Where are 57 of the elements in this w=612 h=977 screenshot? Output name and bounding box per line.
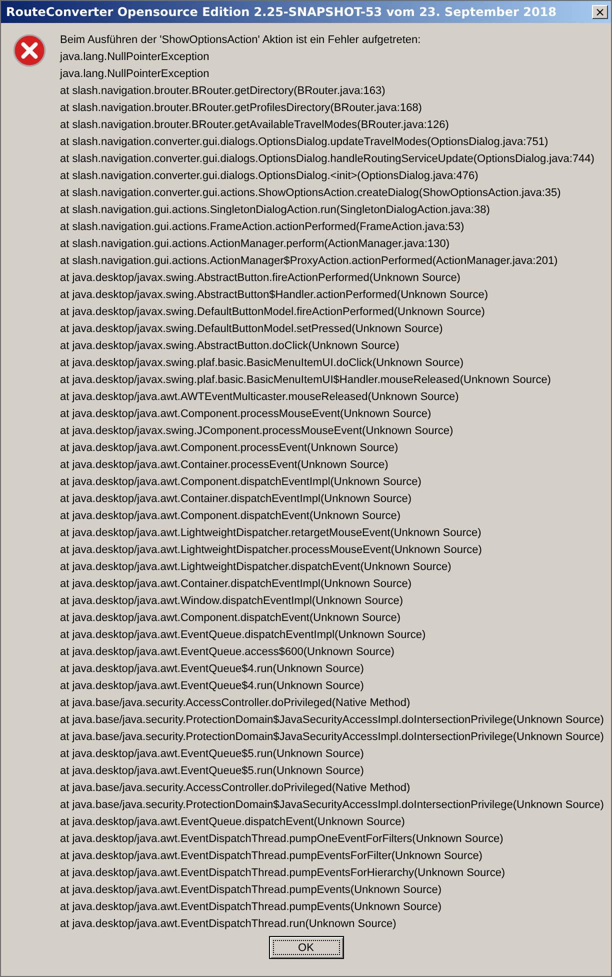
stack-trace-line: at java.desktop/java.awt.Container.processEvent(Unknown Source) [60,458,390,473]
stack-trace-line: at java.desktop/java.awt.LightweightDispatcher.retargetMouseEvent(Unknown Source) [60,526,482,541]
stack-trace-line: at java.desktop/java.awt.Window.dispatchEventImpl(Unknown Source) [60,594,404,609]
stack-trace-line: at slash.navigation.gui.actions.ActionManager.perform(ActionManager.java:130) [60,237,451,252]
stack-trace-line: at java.desktop/java.awt.Component.processMouseEvent(Unknown Source) [60,407,432,422]
stack-trace-line: at java.base/java.security.AccessController.doPrivileged(Native Method) [60,781,412,796]
stack-trace-line: at java.desktop/java.awt.EventQueue.dispatchEventImpl(Unknown Source) [60,628,427,643]
stack-trace-line: at java.desktop/java.awt.EventQueue.access$600(Unknown Source) [60,645,396,660]
stack-trace-line: at java.desktop/java.awt.LightweightDispatcher.dispatchEvent(Unknown Source) [60,560,452,575]
stack-trace-line: at java.desktop/java.awt.EventDispatchThread.pumpOneEventForFilters(Unknown Source) [60,832,504,847]
stack-trace-line: at java.desktop/java.awt.EventDispatchThread.pumpEventsForHierarchy(Unknown Source) [60,866,506,881]
stack-trace-line: at java.desktop/javax.swing.plaf.basic.BasicMenuItemUI.doClick(Unknown Source) [60,356,465,371]
stack-trace-line: at java.desktop/javax.swing.JComponent.processMouseEvent(Unknown Source) [60,424,454,439]
stack-trace-line: at java.desktop/java.awt.Container.dispatchEventImpl(Unknown Source) [60,577,413,592]
stack-trace-line: at slash.navigation.brouter.BRouter.getAvailableTravelModes(BRouter.java:126) [60,118,450,133]
stack-trace-line: at java.desktop/java.awt.EventDispatchThread.pumpEvents(Unknown Source) [60,883,443,898]
stack-trace-line: at java.desktop/java.awt.AWTEventMulticaster.mouseReleased(Unknown Source) [60,390,460,405]
stack-trace-line: at slash.navigation.gui.actions.FrameAction.actionPerformed(FrameAction.java:53) [60,220,466,235]
ok-button[interactable]: OK [268,936,344,959]
stack-trace-line: java.lang.NullPointerException [60,50,210,65]
stack-trace-line: at java.desktop/java.awt.EventQueue$5.run(Unknown Source) [60,764,365,779]
stack-trace-line: at slash.navigation.gui.actions.ActionManager$ProxyAction.actionPerformed(ActionManager.java:201) [60,254,559,269]
stack-trace-line: at java.desktop/java.awt.Container.dispatchEventImpl(Unknown Source) [60,492,413,507]
stack-trace-line: at slash.navigation.converter.gui.dialogs.OptionsDialog.updateTravelModes(OptionsDialog.java:751) [60,135,550,150]
stack-trace-line: at java.base/java.security.ProtectionDomain$JavaSecurityAccessImpl.doIntersectionPrivilege(Unknown Source) [60,798,604,813]
stack-trace-line: at java.desktop/java.awt.Component.processEvent(Unknown Source) [60,441,400,456]
stack-trace-line: at java.desktop/java.awt.EventDispatchThread.pumpEventsForFilter(Unknown Source) [60,849,484,864]
stack-trace-line: at slash.navigation.converter.gui.actions.ShowOptionsAction.createDialog(ShowOptionsAction.java:35) [60,186,562,201]
stack-trace-line: at java.desktop/javax.swing.AbstractButton$Handler.actionPerformed(Unknown Source) [60,288,490,303]
stack-trace-line: at java.desktop/java.awt.EventQueue.dispatchEvent(Unknown Source) [60,815,406,830]
stack-trace-line: at slash.navigation.converter.gui.dialogs.OptionsDialog.handleRoutingServiceUpdate(OptionsDialog.java:744) [60,152,596,167]
stack-trace-line: at java.desktop/java.awt.Component.dispatchEventImpl(Unknown Source) [60,475,422,490]
error-icon [13,34,46,67]
stack-trace-line: at slash.navigation.converter.gui.dialogs.OptionsDialog.<init>(OptionsDialog.java:476) [60,169,480,184]
stack-trace-line: at slash.navigation.brouter.BRouter.getProfilesDirectory(BRouter.java:168) [60,101,423,116]
stack-trace-line: at java.desktop/java.awt.EventQueue$4.run(Unknown Source) [60,679,365,694]
stack-trace-line: at slash.navigation.gui.actions.SingletonDialogAction.run(SingletonDialogAction.java:38) [60,203,491,218]
stack-trace-line: at java.desktop/javax.swing.AbstractButton.doClick(Unknown Source) [60,339,400,354]
stack-trace-line: at java.base/java.security.ProtectionDomain$JavaSecurityAccessImpl.doIntersectionPrivilege(Unknown Source) [60,730,604,745]
stack-trace-line: at java.desktop/java.awt.Component.dispatchEvent(Unknown Source) [60,509,402,524]
close-button[interactable]: × [592,5,608,19]
stack-trace-line: at java.desktop/java.awt.EventQueue$5.run(Unknown Source) [60,747,365,762]
stack-trace-line: at java.desktop/javax.swing.DefaultButtonModel.fireActionPerformed(Unknown Source) [60,305,486,320]
stack-trace-line: at java.desktop/java.awt.Component.dispatchEvent(Unknown Source) [60,611,402,626]
stack-trace-line: at java.desktop/javax.swing.plaf.basic.BasicMenuItemUI$Handler.mouseReleased(Unknown Source) [60,373,552,388]
stack-trace-line: at slash.navigation.brouter.BRouter.getDirectory(BRouter.java:163) [60,84,386,99]
stack-trace-line: at java.desktop/java.awt.LightweightDispatcher.processMouseEvent(Unknown Source) [60,543,483,558]
stack-trace-line: at java.base/java.security.AccessController.doPrivileged(Native Method) [60,696,412,711]
error-message: Beim Ausführen der 'ShowOptionsAction' Aktion ist ein Fehler aufgetreten: [60,33,422,48]
stack-trace-line: at java.desktop/java.awt.EventQueue$4.run(Unknown Source) [60,662,365,677]
stack-trace-line: at java.desktop/javax.swing.AbstractButton.fireActionPerformed(Unknown Source) [60,271,462,286]
stack-trace-line: java.lang.NullPointerException [60,67,210,82]
stack-trace-line: at java.desktop/javax.swing.DefaultButtonModel.setPressed(Unknown Source) [60,322,444,337]
stack-trace-line: at java.desktop/java.awt.EventDispatchThread.run(Unknown Source) [60,917,398,932]
stack-trace-line: at java.base/java.security.ProtectionDomain$JavaSecurityAccessImpl.doIntersectionPrivilege(Unknown Source) [60,713,604,728]
stack-trace-line: at java.desktop/java.awt.EventDispatchThread.pumpEvents(Unknown Source) [60,900,443,915]
window-title: RouteConverter Opensource Edition 2.25-SNAPSHOT-53 vom 23. September 2018 [6,5,556,19]
